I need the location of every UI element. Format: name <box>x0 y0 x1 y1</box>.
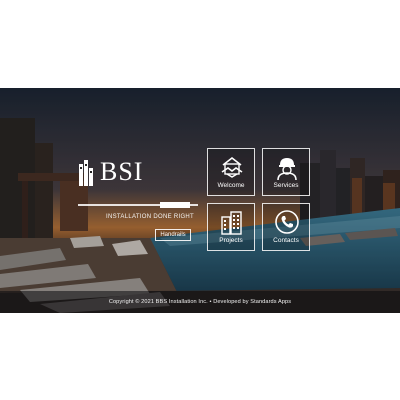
services-tile[interactable]: Services <box>262 148 310 196</box>
welcome-label: Welcome <box>217 182 245 189</box>
brand-block: BSI <box>78 156 198 208</box>
services-label: Services <box>273 182 299 189</box>
divider-accent <box>160 202 190 208</box>
handrails-button[interactable]: Handrails <box>155 229 191 241</box>
handshake-house-icon <box>221 156 243 178</box>
welcome-tile[interactable]: Welcome <box>207 148 255 196</box>
projects-label: Projects <box>219 237 243 244</box>
building-logo-icon <box>79 160 93 186</box>
background-photo <box>0 88 400 313</box>
contacts-label: Contacts <box>273 237 299 244</box>
contacts-tile[interactable]: Contacts <box>262 203 310 251</box>
phone-icon <box>275 210 299 234</box>
buildings-icon <box>221 211 242 235</box>
footer-bar: Copyright © 2021 BBS Installation Inc. •… <box>0 291 400 313</box>
worker-helmet-icon <box>277 158 297 180</box>
logo: BSI <box>78 156 198 188</box>
projects-tile[interactable]: Projects <box>207 203 255 251</box>
app-screen: BSI INSTALLATION DONE RIGHT Handrails We… <box>0 88 400 313</box>
logo-text: BSI <box>100 157 144 186</box>
copyright-text: Copyright © 2021 BBS Installation Inc. •… <box>108 299 292 305</box>
